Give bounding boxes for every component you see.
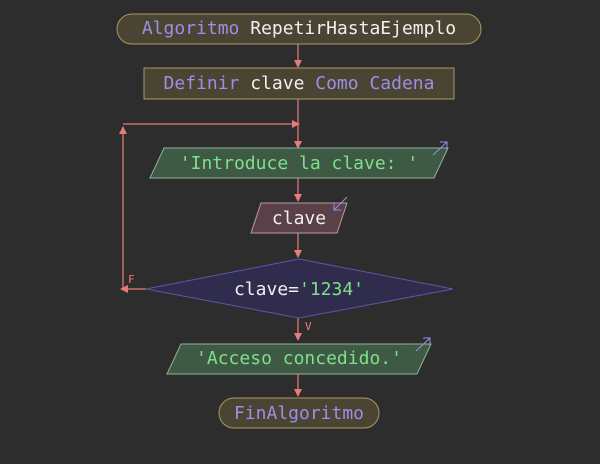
- flowchart: Algoritmo RepetirHastaEjemplo Definir cl…: [116, 13, 482, 429]
- start-label: Algoritmo RepetirHastaEjemplo: [142, 18, 456, 39]
- define-label: Definir clave Como Cadena: [164, 73, 435, 94]
- decision-text: clave='1234': [234, 279, 364, 300]
- input-text: clave: [272, 208, 326, 229]
- output-2-text: 'Acceso concedido.': [196, 348, 402, 369]
- output-1-text: 'Introduce la clave: ': [180, 153, 418, 174]
- end-label: FinAlgoritmo: [234, 403, 364, 424]
- false-branch-label: F: [128, 273, 135, 286]
- true-branch-label: V: [305, 320, 312, 333]
